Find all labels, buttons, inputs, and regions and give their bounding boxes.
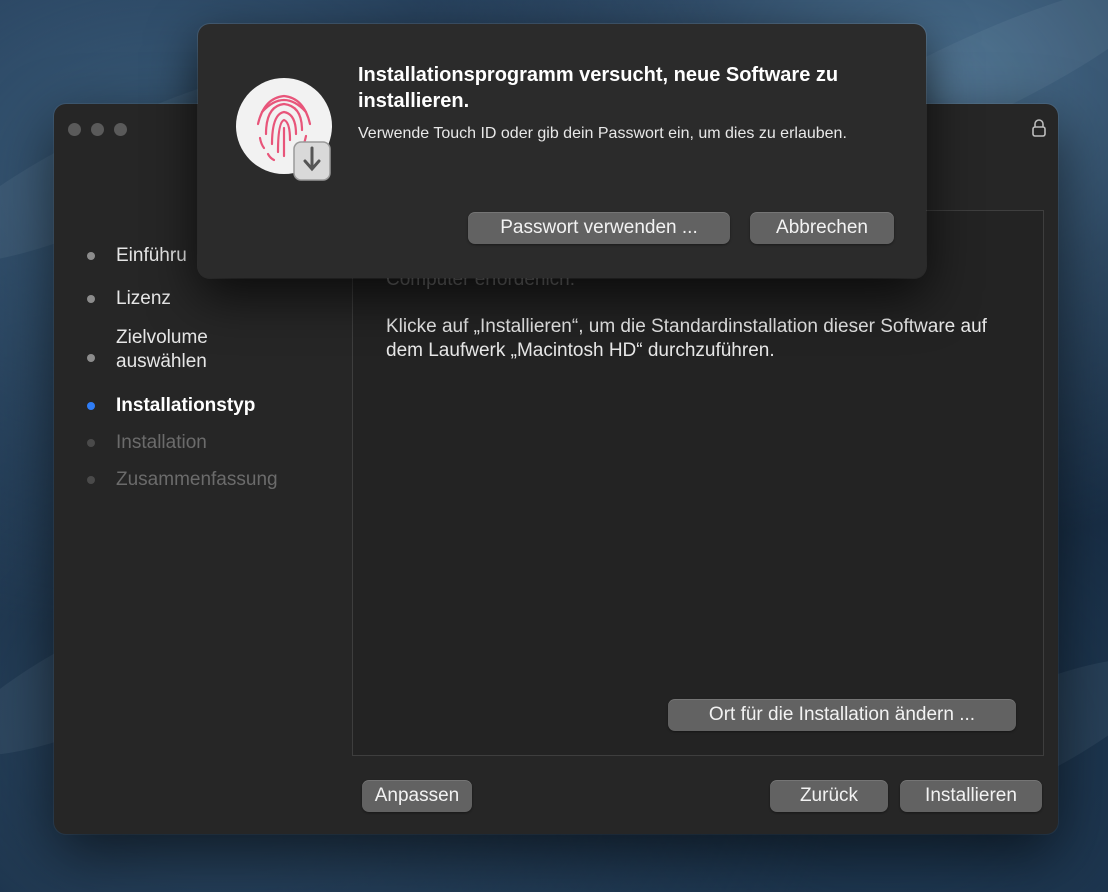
zoom-window-button[interactable] bbox=[114, 123, 127, 136]
step-installationstyp: Installationstyp bbox=[54, 394, 255, 418]
step-dot bbox=[87, 354, 95, 362]
cancel-button[interactable]: Abbrechen bbox=[750, 212, 894, 244]
step-zusammenfassung: Zusammenfassung bbox=[54, 468, 278, 492]
dialog-title: Installationsprogramm versucht, neue Sof… bbox=[358, 64, 839, 112]
change-location-button[interactable]: Ort für die Installation ändern ... bbox=[668, 699, 1016, 731]
step-label: Installationstyp bbox=[116, 395, 256, 416]
lock-icon bbox=[1032, 119, 1046, 137]
step-label: Zusammenfassung bbox=[116, 469, 278, 490]
install-button[interactable]: Installieren bbox=[900, 780, 1042, 812]
step-dot bbox=[87, 476, 95, 484]
back-button[interactable]: Zurück bbox=[770, 780, 888, 812]
use-password-button[interactable]: Passwort verwenden ... bbox=[468, 212, 730, 244]
step-label: Zielvolume auswählen bbox=[116, 327, 208, 372]
step-label: Lizenz bbox=[116, 288, 171, 309]
close-window-button[interactable] bbox=[68, 123, 81, 136]
dialog-message: Verwende Touch ID oder gib dein Passwort… bbox=[358, 125, 847, 142]
touch-id-fingerprint-icon bbox=[236, 78, 332, 181]
step-dot bbox=[87, 252, 95, 260]
step-label: Installation bbox=[116, 432, 207, 453]
step-label: Einführu bbox=[116, 245, 187, 266]
step-zielvolume: Zielvolume auswählen bbox=[54, 326, 276, 374]
step-lizenz: Lizenz bbox=[54, 287, 171, 311]
step-dot bbox=[87, 439, 95, 447]
content-panel: Computer erforderlich. Klicke auf „Insta… bbox=[352, 210, 1044, 756]
customize-button[interactable]: Anpassen bbox=[362, 780, 472, 812]
step-installation: Installation bbox=[54, 431, 207, 455]
auth-dialog: Installationsprogramm versucht, neue Sof… bbox=[198, 24, 926, 278]
step-einfuehrung: Einführu bbox=[54, 244, 187, 268]
step-dot bbox=[87, 295, 95, 303]
step-dot-active bbox=[87, 402, 95, 410]
minimize-window-button[interactable] bbox=[91, 123, 104, 136]
install-description: Klicke auf „Installieren“, um die Standa… bbox=[386, 316, 987, 361]
